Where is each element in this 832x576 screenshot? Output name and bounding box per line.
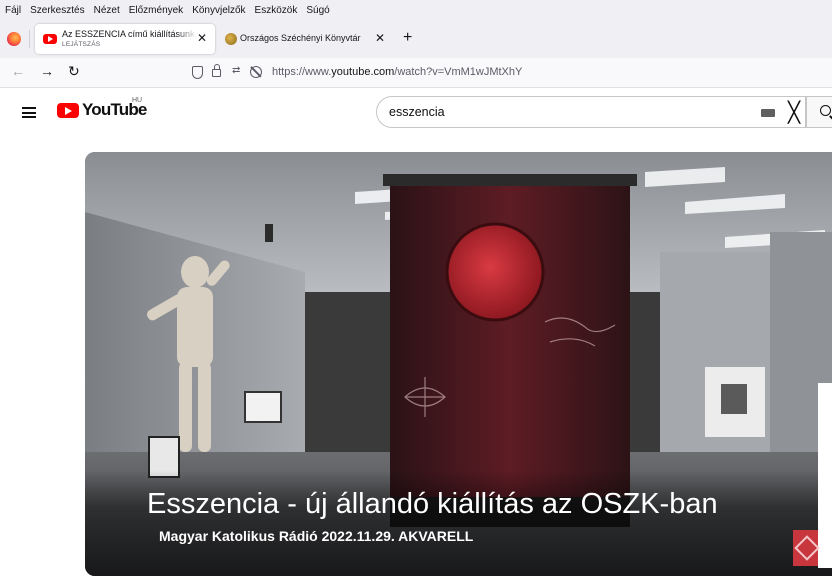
menu-bar: Fájl Szerkesztés Nézet Előzmények Könyvj… (0, 0, 832, 20)
menu-view[interactable]: Nézet (94, 5, 120, 16)
menu-bookmarks[interactable]: Könyvjelzők (192, 5, 245, 16)
menu-help[interactable]: Súgó (306, 5, 329, 16)
back-arrow-icon[interactable]: ← (11, 63, 25, 79)
oszk-favicon-icon (225, 33, 237, 45)
autoplay-blocked-icon[interactable] (250, 66, 262, 78)
menu-history[interactable]: Előzmények (129, 5, 183, 16)
menu-tools[interactable]: Eszközök (255, 5, 298, 16)
firefox-view-icon[interactable] (7, 32, 21, 46)
tab-oszk[interactable]: Országos Széchényi Könyvtár ✕ (220, 24, 395, 54)
clear-search-icon[interactable]: ╳ (788, 100, 800, 125)
new-tab-icon[interactable]: + (403, 29, 412, 47)
tracking-protection-shield-icon[interactable] (192, 66, 203, 79)
country-code: HU (132, 97, 143, 104)
tab-title: Országos Széchényi Könyvtár (240, 33, 361, 43)
tab-youtube-video[interactable]: Az ESSZENCIA című kiállításunk LEJÁTSZÁS… (35, 24, 215, 54)
video-title: Esszencia - új állandó kiállítás az OSZK… (147, 488, 718, 520)
caption-overlay (85, 470, 832, 576)
forward-arrow-icon[interactable]: → (40, 63, 54, 79)
search-input[interactable]: esszencia ╳ (376, 96, 806, 128)
menu-file[interactable]: Fájl (5, 5, 21, 16)
keyboard-icon[interactable] (761, 109, 775, 117)
address-bar[interactable]: ⇄ https://www.youtube.com/watch?v=VmM1wJ… (180, 62, 832, 84)
side-panel (818, 383, 832, 568)
navigation-bar: ← → ↻ ⇄ https://www.youtube.com/watch?v=… (0, 58, 832, 88)
video-player[interactable]: Esszencia - új állandó kiállítás az OSZK… (85, 152, 832, 576)
lock-icon[interactable] (212, 64, 221, 77)
search-button[interactable] (806, 96, 832, 128)
tab-strip: Az ESSZENCIA című kiállításunk LEJÁTSZÁS… (0, 20, 832, 58)
tab-playing-label: LEJÁTSZÁS (62, 41, 101, 48)
youtube-favicon-icon (43, 34, 57, 44)
youtube-logo-icon[interactable] (57, 103, 79, 118)
permissions-icon[interactable]: ⇄ (232, 65, 240, 76)
close-tab-icon[interactable]: ✕ (197, 31, 207, 45)
menu-edit[interactable]: Szerkesztés (30, 5, 84, 16)
close-tab-icon[interactable]: ✕ (375, 31, 385, 45)
reload-icon[interactable]: ↻ (68, 63, 80, 80)
search-query[interactable]: esszencia (389, 105, 445, 119)
oszk-logo-icon (793, 530, 818, 566)
menu-hamburger-icon[interactable] (22, 107, 36, 118)
youtube-header: YouTube HU esszencia ╳ (0, 88, 832, 138)
url-text[interactable]: https://www.youtube.com/watch?v=VmM1wJMt… (272, 66, 522, 78)
tab-separator (29, 30, 30, 48)
tab-title: Az ESSZENCIA című kiállításunk (62, 29, 195, 39)
search-icon (820, 105, 831, 116)
video-subtitle: Magyar Katolikus Rádió 2022.11.29. AKVAR… (159, 528, 474, 544)
